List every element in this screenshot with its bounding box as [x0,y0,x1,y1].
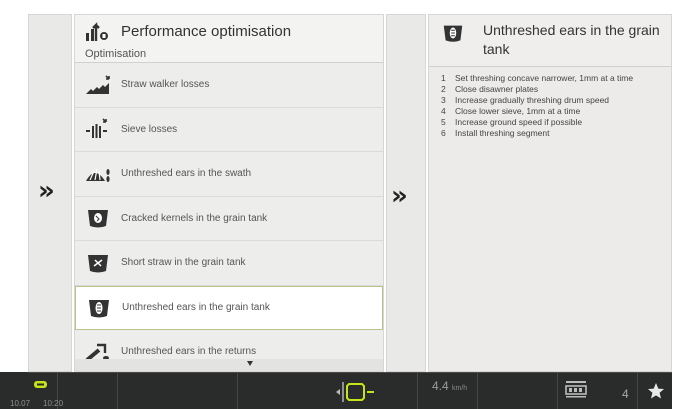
menu-item-short-straw[interactable]: Short straw in the grain tank [75,241,383,286]
scroll-down-icon [247,361,253,366]
status-segment-empty [58,373,118,409]
menu-subtitle: Optimisation [75,47,383,63]
instruction-steps: 1 Set threshing concave narrower, 1mm at … [429,67,671,139]
menu-item-label: Straw walker losses [121,79,210,91]
menu-item-straw-walker-losses[interactable]: Straw walker losses [75,63,383,108]
menu-item-label: Unthreshed ears in the grain tank [122,302,270,314]
cracked-kernels-icon [88,210,108,228]
step-number: 6 [441,128,446,138]
step-item: 1 Set threshing concave narrower, 1mm at … [441,73,665,84]
menu-item-unthreshed-ears-swath[interactable]: Unthreshed ears in the swath [75,152,383,197]
speed-unit: km/h [452,385,468,392]
step-number: 2 [441,84,446,94]
step-number: 3 [441,95,446,105]
optimisation-menu-panel: Performance optimisation Optimisation St… [74,14,384,372]
menu-title: Performance optimisation [121,22,292,40]
unthreshed-ears-swath-icon [86,168,110,182]
step-item: 2 Close disawner plates [441,84,665,95]
menu-item-label: Sieve losses [121,123,178,135]
scroll-down-indicator[interactable] [75,359,383,371]
forward-arrow-button[interactable]: » [391,183,408,209]
performance-optimisation-icon [86,22,108,41]
status-segment-header[interactable] [238,373,418,409]
ground-speed-value: 4.4 km/h [432,379,467,393]
menu-item-unthreshed-ears-grain-tank[interactable]: Unthreshed ears in the grain tank [75,285,383,330]
detail-header: Unthreshed ears in the grain tank [429,15,671,67]
step-item: 4 Close lower sieve, 1mm at a time [441,106,665,117]
transmission-icon [565,381,587,398]
status-bar: 10.07 10:20 4.4 km/h 4 [10,372,672,409]
speed-number: 4.4 [432,379,449,393]
step-item: 3 Increase gradually threshing drum speed [441,95,665,106]
step-number: 4 [441,106,446,116]
menu-item-label: Unthreshed ears in the returns [121,346,257,358]
step-item: 5 Increase ground speed if possible [441,117,665,128]
step-text: Increase gradually threshing drum speed [455,95,610,105]
back-arrow-button[interactable]: » [38,178,55,204]
step-text: Install threshing segment [455,128,550,138]
menu-item-label: Cracked kernels in the grain tank [121,212,268,224]
screen: » Performance optimisation Optimisation … [0,0,690,409]
menu-item-label: Short straw in the grain tank [121,257,246,269]
menu-list: Straw walker losses Sieve losses Unthres… [75,63,383,371]
step-item: 6 Install threshing segment [441,128,665,139]
gear-value: 4 [622,387,629,401]
menu-header: Performance optimisation [75,15,383,47]
date-label: 10.07 [10,399,31,408]
detail-title: Unthreshed ears in the grain tank [483,22,660,57]
header-position-icon [336,382,374,402]
step-text: Set threshing concave narrower, 1mm at a… [455,73,634,83]
short-straw-icon [88,254,108,273]
time-label: 10:20 [43,399,64,408]
menu-item-label: Unthreshed ears in the swath [121,168,252,180]
step-number: 1 [441,73,446,83]
menu-item-cracked-kernels[interactable]: Cracked kernels in the grain tank [75,196,383,241]
step-number: 5 [441,117,446,127]
step-text: Close disawner plates [455,84,539,94]
status-segment-favourite[interactable] [638,373,672,409]
unthreshed-ears-grain-tank-icon [89,299,109,318]
menu-item-sieve-losses[interactable]: Sieve losses [75,107,383,152]
unthreshed-ears-grain-tank-icon [443,25,463,42]
straw-walker-losses-icon [86,75,110,94]
favourite-star-icon [648,383,664,399]
step-text: Close lower sieve, 1mm at a time [455,106,581,116]
sieve-losses-icon [86,118,107,139]
status-segment-empty [478,373,558,409]
battery-icon [34,381,47,388]
status-segment-empty [118,373,238,409]
step-text: Increase ground speed if possible [455,117,583,127]
detail-panel: Unthreshed ears in the grain tank 1 Set t… [428,14,672,372]
